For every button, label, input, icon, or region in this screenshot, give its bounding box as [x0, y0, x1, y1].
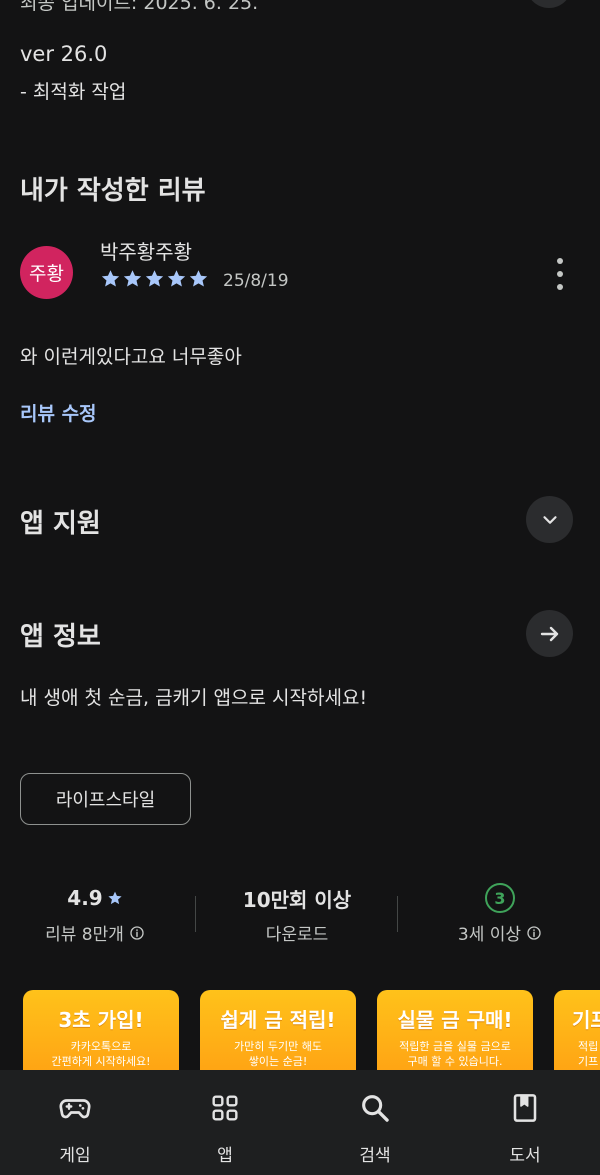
gamepad-icon	[57, 1090, 93, 1126]
info-icon[interactable]	[526, 925, 542, 941]
nav-item-apps[interactable]: 앱	[150, 1070, 300, 1175]
arrow-right-icon	[540, 626, 558, 641]
app-support-heading[interactable]: 앱 지원	[20, 503, 101, 540]
nav-label-books: 도서	[509, 1146, 541, 1166]
downloads-stat: 10만회 이상 다운로드	[212, 884, 382, 946]
nav-item-games[interactable]: 게임	[0, 1070, 150, 1175]
avatar: 주황	[20, 246, 73, 299]
bottom-navigation: 게임 앱 검색 도서	[0, 1070, 600, 1175]
star-icon	[145, 270, 164, 287]
stat-divider	[397, 896, 398, 932]
review-text: 와 이런게있다고요 너무좋아	[20, 346, 242, 368]
more-vert-icon-dot	[557, 284, 563, 290]
chevron-down-icon	[542, 515, 557, 524]
screenshot-title: 기프	[572, 1008, 600, 1032]
nav-label-games: 게임	[59, 1146, 91, 1166]
rating-label: 리뷰 8만개	[45, 925, 124, 945]
avatar-text: 주황	[29, 263, 64, 285]
nav-label-apps: 앱	[217, 1146, 233, 1166]
category-chip[interactable]: 라이프스타일	[20, 773, 191, 825]
app-info-open-button[interactable]	[526, 610, 573, 657]
nav-label-search: 검색	[359, 1146, 391, 1166]
app-support-expand-button[interactable]	[526, 496, 573, 543]
rating-value: 4.9	[67, 886, 103, 910]
screenshot-title: 실물 금 구매!	[397, 1008, 513, 1032]
whats-new-expand-button[interactable]	[526, 0, 572, 8]
more-vert-icon	[557, 258, 563, 264]
age-rating-label: 3세 이상	[457, 925, 522, 945]
downloads-value: 10만회 이상	[242, 887, 352, 912]
my-review-heading: 내가 작성한 리뷰	[20, 176, 206, 206]
screenshot-subtitle: 적립 기프	[578, 1040, 599, 1068]
version-text: ver 26.0	[20, 42, 108, 66]
reviewer-name: 박주황주황	[100, 240, 192, 264]
app-info-heading[interactable]: 앱 정보	[20, 616, 101, 653]
more-vert-icon-dot	[557, 271, 563, 277]
star-rating	[100, 268, 209, 289]
star-icon	[123, 270, 142, 287]
edit-review-link[interactable]: 리뷰 수정	[20, 399, 97, 426]
star-icon	[101, 270, 120, 287]
screenshot-subtitle: 적립한 금을 실물 금으로 구매 할 수 있습니다.	[399, 1040, 511, 1068]
nav-item-books[interactable]: 도서	[450, 1070, 600, 1175]
star-icon	[167, 270, 186, 287]
search-icon	[357, 1090, 393, 1126]
book-icon	[507, 1090, 543, 1126]
screenshot-subtitle: 카카오톡으로 간편하게 시작하세요!	[51, 1040, 151, 1068]
app-description: 내 생애 첫 순금, 금캐기 앱으로 시작하세요!	[20, 687, 368, 709]
info-icon[interactable]	[129, 925, 145, 941]
star-icon	[189, 270, 208, 287]
stat-divider	[195, 896, 196, 932]
age-rating-badge: 3	[485, 883, 515, 913]
star-icon	[108, 891, 122, 905]
age-rating-stat: 3 3세 이상	[415, 883, 585, 945]
review-date: 25/8/19	[223, 271, 289, 291]
screenshot-subtitle: 가만히 두기만 해도 쌓이는 순금!	[234, 1040, 322, 1068]
more-options-button[interactable]	[548, 258, 572, 290]
last-updated-text: 최종 업데이트: 2025. 6. 25.	[20, 0, 259, 14]
rating-stat: 4.9 리뷰 8만개	[10, 884, 180, 945]
downloads-label: 다운로드	[265, 925, 329, 945]
apps-grid-icon	[207, 1090, 243, 1126]
screenshot-title: 3초 가입!	[58, 1008, 144, 1032]
release-note-text: - 최적화 작업	[20, 81, 127, 103]
screenshot-title: 쉽게 금 적립!	[220, 1008, 336, 1032]
nav-item-search[interactable]: 검색	[300, 1070, 450, 1175]
